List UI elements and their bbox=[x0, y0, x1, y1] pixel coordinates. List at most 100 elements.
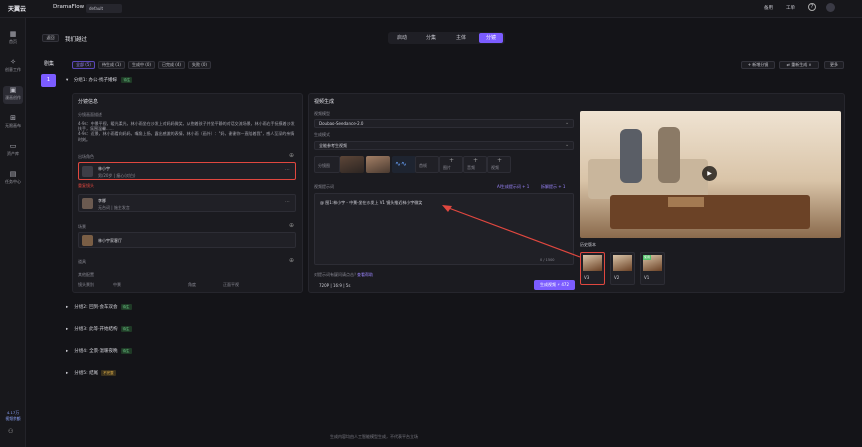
annotation-arrow bbox=[442, 205, 581, 258]
video-preview[interactable]: ▶ bbox=[580, 111, 841, 238]
group-header[interactable]: ▸ 分组2: 回到·会车双会 待生 bbox=[66, 302, 846, 313]
caret-down-icon: ▾ bbox=[66, 78, 69, 83]
ref-storyboard-chip[interactable]: 分镜图 bbox=[314, 156, 340, 173]
scene-thumb bbox=[82, 235, 93, 246]
top-bar: 天翼云 DramaFlow default 备用 工单 ? bbox=[0, 0, 862, 18]
cfg-label: 其他配置 bbox=[78, 272, 94, 277]
tab-storyboard[interactable]: 分镜 bbox=[479, 33, 503, 43]
char-meta: 无台词 | 施主发言 bbox=[98, 205, 130, 210]
model-label: 视频模型 bbox=[314, 111, 330, 116]
group-header[interactable]: ▾ 分组1: 办公·找子婚嫁 待生 bbox=[66, 75, 846, 86]
regenerate-button[interactable]: ⇄ 重新生成 ∨ bbox=[779, 61, 819, 69]
panel-title: 视频生成 bbox=[314, 99, 335, 105]
app-name[interactable]: DramaFlow bbox=[53, 4, 84, 10]
cfg-key: 角度 bbox=[188, 282, 196, 287]
help-hint: 对提示词有疑问请点击？ bbox=[314, 272, 358, 277]
tab-start[interactable]: 启动 bbox=[390, 33, 414, 43]
ratio-select[interactable]: 720P | 16:9 | 5s bbox=[319, 283, 350, 288]
history-version[interactable]: 使用 V1 bbox=[640, 252, 665, 285]
chevron-down-icon: ⌄ bbox=[565, 120, 570, 126]
canvas-icon: ⊞ bbox=[10, 114, 16, 122]
add-video-chip[interactable]: 视频 + bbox=[487, 156, 511, 173]
caret-right-icon: ▸ bbox=[66, 327, 69, 332]
filter-failed[interactable]: 失败 (0) bbox=[188, 61, 211, 69]
more-icon[interactable]: ⋯ bbox=[285, 167, 290, 173]
sofa bbox=[588, 159, 708, 199]
tab-subjects[interactable]: 主体 bbox=[449, 33, 473, 43]
audio-waveform-icon[interactable]: ∿∿ bbox=[392, 156, 416, 173]
group-header[interactable]: ▸ 分组4: 全景·温暖夜晚 待生 bbox=[66, 346, 846, 357]
char-note: 重复镜头 bbox=[78, 183, 94, 188]
sidebar-item-home[interactable]: ▦ 首页 bbox=[3, 30, 23, 48]
more-icon[interactable]: ⋯ bbox=[285, 199, 290, 205]
mode-select[interactable]: 全能参考生视频 ⌄ bbox=[314, 141, 574, 150]
mode-label: 生成模式 bbox=[314, 132, 330, 137]
header-link-backup[interactable]: 备用 bbox=[764, 5, 773, 11]
sidebar-item-comic[interactable]: ▣ 漫画创作 bbox=[3, 86, 23, 104]
filter-all[interactable]: 全部 (5) bbox=[72, 61, 95, 69]
char-name: 林小宇 bbox=[98, 166, 110, 171]
sidebar-item-creative[interactable]: ✧ 创意工作 bbox=[3, 58, 23, 76]
group-title: 分组1: 办公·找子婚嫁 bbox=[73, 78, 117, 83]
back-button[interactable]: 返回 bbox=[42, 34, 59, 42]
step-tabs: 启动 分集 主体 分镜 bbox=[388, 32, 505, 44]
add-icon[interactable]: ⊕ bbox=[289, 222, 294, 229]
history-version[interactable]: V2 bbox=[610, 252, 635, 285]
version-thumb bbox=[613, 255, 632, 271]
prompt-label: 视频提示词 bbox=[314, 184, 334, 189]
character-card[interactable]: 李娜 无台词 | 施主发言 ⋯ bbox=[78, 194, 296, 212]
caret-right-icon: ▸ bbox=[66, 305, 69, 310]
avatar[interactable] bbox=[826, 3, 835, 12]
calendar-icon: ▤ bbox=[9, 170, 17, 178]
filter-done[interactable]: 已完成 (4) bbox=[158, 61, 185, 69]
play-button[interactable]: ▶ bbox=[702, 166, 717, 181]
char-name: 李娜 bbox=[98, 198, 106, 203]
ref-image-thumb[interactable] bbox=[366, 156, 390, 173]
ai-prompt-link[interactable]: AI生成提示词 + 1 bbox=[497, 184, 529, 190]
filter-generating[interactable]: 生成中 (0) bbox=[128, 61, 155, 69]
char-label: 出场角色 bbox=[78, 154, 94, 159]
user-icon[interactable]: ⚇ bbox=[8, 428, 13, 435]
balance-label: 4.17万 视频余额 bbox=[5, 410, 21, 421]
prop-label: 道具 bbox=[78, 259, 86, 264]
cfg-val: 中景 bbox=[113, 282, 121, 287]
sparkle-icon: ✧ bbox=[10, 58, 16, 66]
header-link-ticket[interactable]: 工单 bbox=[786, 5, 795, 11]
sidebar-item-assets[interactable]: ▭ 资产库 bbox=[3, 142, 23, 160]
model-select[interactable]: Doubao-Seedance-2.0 ⌄ bbox=[314, 119, 574, 128]
add-icon[interactable]: ⊕ bbox=[289, 257, 294, 264]
app-logo[interactable]: 天翼云 bbox=[8, 4, 26, 13]
caret-right-icon: ▸ bbox=[66, 371, 69, 376]
more-button[interactable]: 更多 bbox=[824, 61, 844, 69]
cfg-val: 正面平视 bbox=[223, 282, 239, 287]
help-link[interactable]: 查看帮助 bbox=[357, 272, 373, 278]
add-audio-chip[interactable]: 音频 + bbox=[463, 156, 487, 173]
chevron-down-icon: ⌄ bbox=[565, 142, 570, 148]
help-icon[interactable]: ? bbox=[808, 3, 816, 11]
scene-card[interactable]: 林小宇家客厅 bbox=[78, 232, 296, 248]
add-storyboard-button[interactable]: + 新增分镜 bbox=[741, 61, 775, 69]
status-badge: 待生 bbox=[120, 325, 132, 332]
storyboard-panel: 分镜信息 分镜画面描述 4-9s：中景平视，暖光柔光，林小雨坐在沙发上对妈妈微笑… bbox=[72, 93, 303, 293]
group-header[interactable]: ▸ 分组3: 此等·开始结构 待生 bbox=[66, 324, 846, 335]
ref-firstframe-chip[interactable]: 首帧 bbox=[415, 156, 439, 173]
panel-title: 分镜信息 bbox=[78, 99, 99, 105]
ref-image-thumb[interactable] bbox=[340, 156, 364, 173]
group-header[interactable]: ▸ 分组5: 结尾 不完整 bbox=[66, 368, 846, 379]
book-stack bbox=[668, 197, 704, 207]
tab-episodes[interactable]: 分集 bbox=[419, 33, 443, 43]
desc-text[interactable]: 4-9s：中景平视，暖光柔光，林小雨坐在沙发上对妈妈微笑，从抱着孩子并坐平静的对… bbox=[78, 121, 298, 149]
episode-1[interactable]: 1 bbox=[41, 74, 56, 87]
env-select[interactable]: default bbox=[86, 4, 122, 13]
split-prompt-link[interactable]: 拆解提示 + 1 bbox=[541, 184, 565, 190]
add-image-chip[interactable]: 图片 + bbox=[439, 156, 463, 173]
sidebar-item-tasks[interactable]: ▤ 任务中心 bbox=[3, 170, 23, 188]
avatar bbox=[82, 198, 93, 209]
coffee-table bbox=[610, 195, 810, 229]
add-icon[interactable]: ⊕ bbox=[289, 152, 294, 159]
filter-pending[interactable]: 待生成 (1) bbox=[98, 61, 125, 69]
sidebar-item-canvas[interactable]: ⊞ 无限画布 bbox=[3, 114, 23, 132]
person-figure bbox=[658, 127, 680, 183]
character-card[interactable]: 林小宇 男/20岁 | 瘦心(对白) ⋯ bbox=[78, 162, 296, 180]
generate-video-button[interactable]: 生成视频 ⚡ 472 bbox=[534, 280, 575, 290]
